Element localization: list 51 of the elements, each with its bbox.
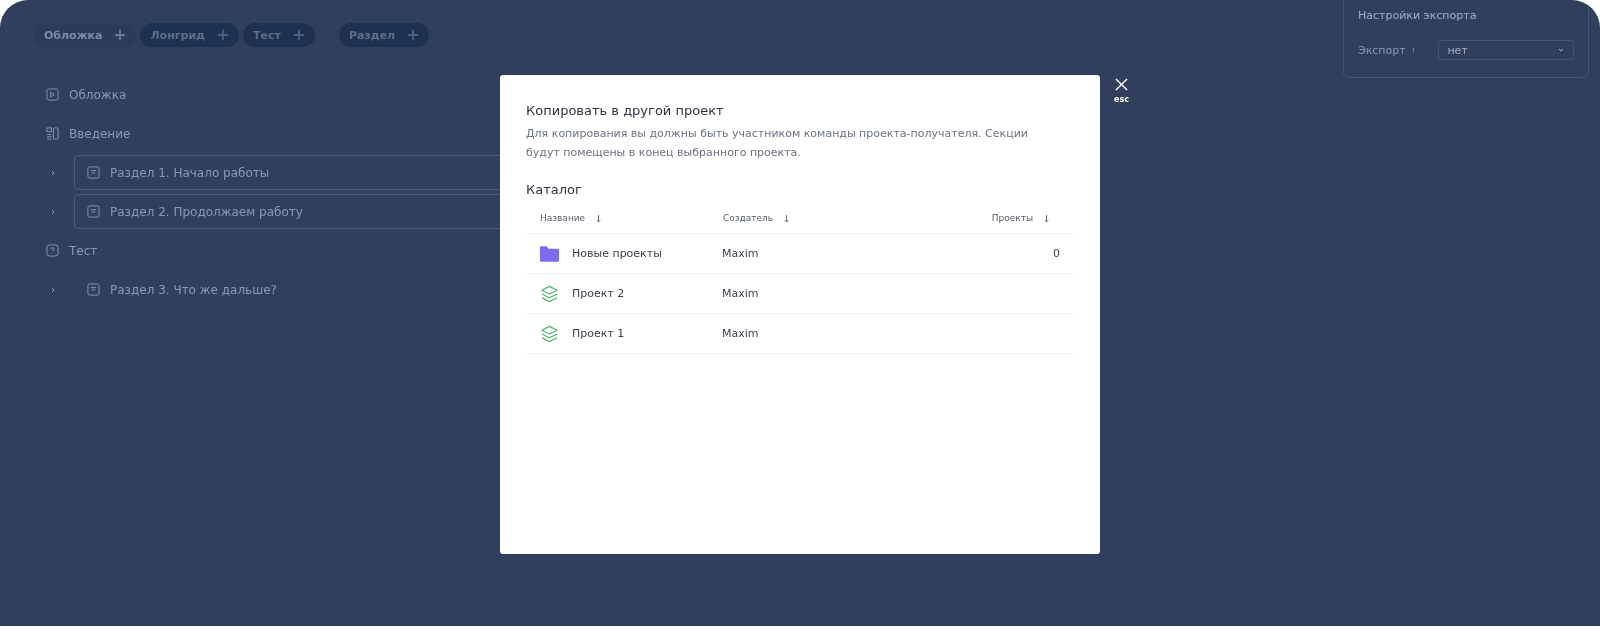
- plus-icon: [292, 29, 305, 41]
- chevron-right-icon[interactable]: [49, 168, 57, 177]
- section-icon: [87, 166, 100, 179]
- tree-item[interactable]: Тест: [69, 243, 98, 258]
- column-header[interactable]: Название: [526, 213, 723, 223]
- sort-arrow-icon: [595, 213, 603, 223]
- table-cell: Maxim: [722, 287, 759, 300]
- table-row[interactable]: Новые проекты Maxim 0: [526, 234, 1074, 274]
- tree-item[interactable]: Обложка: [69, 87, 127, 102]
- section-title: Раздел 3. Что же дальше?: [110, 282, 277, 297]
- chevron-down-icon: [1557, 46, 1565, 54]
- chevron-right-icon[interactable]: [49, 207, 57, 216]
- layout-icon: [46, 127, 59, 140]
- add-block-button[interactable]: Тест: [243, 23, 315, 47]
- layers-icon: [539, 284, 560, 303]
- table-row[interactable]: Проект 2 Maxim: [526, 274, 1074, 314]
- section-row[interactable]: Раздел 3. Что же дальше?: [74, 272, 516, 307]
- table-cell: 0: [1053, 247, 1060, 260]
- table-row[interactable]: Проект 1 Maxim: [526, 314, 1074, 354]
- plus-icon: [217, 29, 229, 41]
- column-header[interactable]: Создатель: [723, 213, 963, 223]
- folder-icon: [539, 244, 560, 263]
- close-icon: [1114, 78, 1128, 91]
- table-cell: Новые проекты: [572, 247, 662, 260]
- layers-icon: [539, 324, 560, 343]
- table-cell: Maxim: [722, 327, 759, 340]
- panel-title: Настройки экспорта: [1358, 9, 1478, 22]
- table-cell: Maxim: [722, 247, 759, 260]
- section-heading: Каталог: [526, 182, 583, 197]
- table-cell: Проект 2: [572, 287, 625, 300]
- plus-icon: [407, 29, 420, 41]
- section-icon: [87, 283, 100, 296]
- cover-icon: [46, 88, 59, 101]
- sort-arrow-icon: [1043, 213, 1050, 223]
- add-block-button[interactable]: Лонгрид: [140, 23, 239, 47]
- export-select[interactable]: нет: [1438, 40, 1574, 60]
- dialog-title: Копировать в другой проект: [526, 103, 725, 118]
- table-cell: Проект 1: [572, 327, 625, 340]
- field-label: Экспорт: [1358, 43, 1406, 57]
- chevron-right-icon[interactable]: [49, 285, 57, 294]
- section-title: Раздел 1. Начало работы: [110, 165, 270, 180]
- add-section-button[interactable]: Раздел: [338, 23, 430, 47]
- column-header[interactable]: Проекты: [963, 213, 1074, 223]
- tree-item[interactable]: Введение: [69, 126, 131, 141]
- question-icon: [46, 244, 59, 257]
- sort-arrow-icon: [783, 213, 791, 223]
- close-button[interactable]: esc: [1112, 76, 1131, 106]
- plus-icon: [114, 29, 127, 41]
- section-icon: [87, 205, 100, 218]
- dialog-description: Для копирования вы должны быть участником команды проекта-получателя. Секции будут помещены в конец выбранного проекта.: [526, 126, 1029, 161]
- section-title: Раздел 2. Продолжаем работу: [110, 204, 303, 219]
